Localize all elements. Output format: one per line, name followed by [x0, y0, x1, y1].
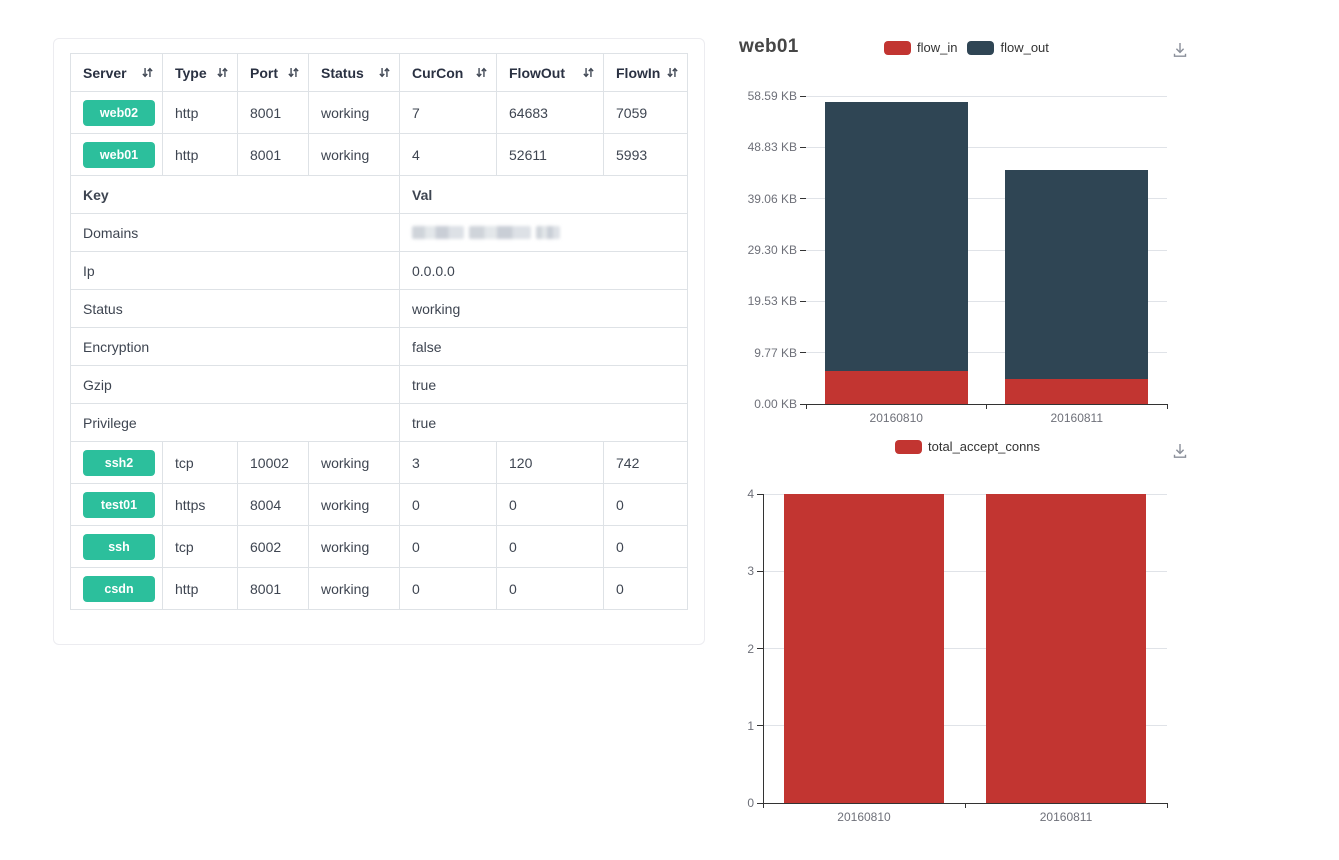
- x-axis-label: 20160810: [804, 810, 924, 824]
- y-axis-label: 3: [684, 564, 754, 578]
- x-axis-line: [763, 803, 1168, 804]
- charts-panel: web01 flow_in flow_out 0.00 KB9.77 KB19.…: [0, 0, 1339, 860]
- x-axis-tick: [1167, 803, 1168, 808]
- y-axis-label: 2: [684, 642, 754, 656]
- conns-chart: 0 1 2 3 4 20160810 20160811: [0, 0, 1339, 860]
- y-axis-label: 0: [684, 796, 754, 810]
- y-axis-label: 1: [684, 719, 754, 733]
- x-axis-label: 20160811: [1006, 810, 1126, 824]
- bar-total_accept_conns-20160810[interactable]: [784, 494, 944, 803]
- x-axis-tick: [965, 803, 966, 808]
- y-axis-label: 4: [684, 487, 754, 501]
- y-axis-line: [763, 494, 764, 804]
- bar-total_accept_conns-20160811[interactable]: [986, 494, 1146, 803]
